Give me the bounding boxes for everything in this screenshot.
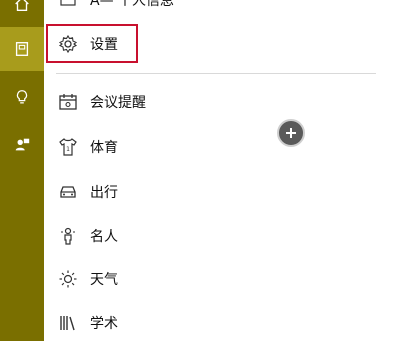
menu-item-celebrity[interactable]: 名人 (44, 216, 374, 256)
menu-item-label: A— 个人信息 (90, 0, 174, 10)
settings-highlight-box (46, 24, 138, 63)
menu-item-label: 会议提醒 (90, 95, 146, 111)
menu-item-label: 天气 (90, 272, 118, 288)
menu-item-weather[interactable]: 天气 (44, 259, 374, 299)
menu-item-label: 名人 (90, 229, 118, 245)
rail-feedback-button[interactable] (0, 123, 44, 167)
home-icon (15, 0, 29, 11)
rail-lightbulb-button[interactable] (0, 75, 44, 119)
left-rail (0, 0, 44, 341)
jersey-icon: 1 (56, 135, 80, 159)
person-icon (56, 224, 80, 248)
menu-item-sports[interactable]: 1 体育 (44, 127, 374, 167)
menu-item-label: 出行 (90, 185, 118, 201)
books-icon (56, 311, 80, 335)
menu-item-travel[interactable]: 出行 (44, 172, 374, 212)
add-button[interactable] (277, 119, 305, 147)
menu-item-label: 学术 (90, 316, 118, 332)
calendar-icon (56, 90, 80, 114)
plus-icon (286, 128, 296, 138)
menu-item-label: 体育 (90, 140, 118, 156)
menu-item-personal-info[interactable]: A— 个人信息 (44, 0, 374, 20)
person-card-icon (56, 0, 80, 12)
divider (56, 73, 376, 74)
menu-item-academic[interactable]: 学术 (44, 303, 374, 343)
sun-icon (56, 267, 80, 291)
rail-notebook-button[interactable] (0, 27, 44, 71)
personal-info-prefix: A— (90, 0, 119, 9)
notebook-icon (15, 42, 29, 56)
menu-item-meeting-reminder[interactable]: 会议提醒 (44, 82, 374, 122)
rail-home-button[interactable] (0, 0, 44, 26)
svg-text:1: 1 (66, 146, 70, 153)
lightbulb-icon (16, 90, 28, 104)
feedback-icon (15, 138, 30, 151)
car-icon (56, 180, 80, 204)
